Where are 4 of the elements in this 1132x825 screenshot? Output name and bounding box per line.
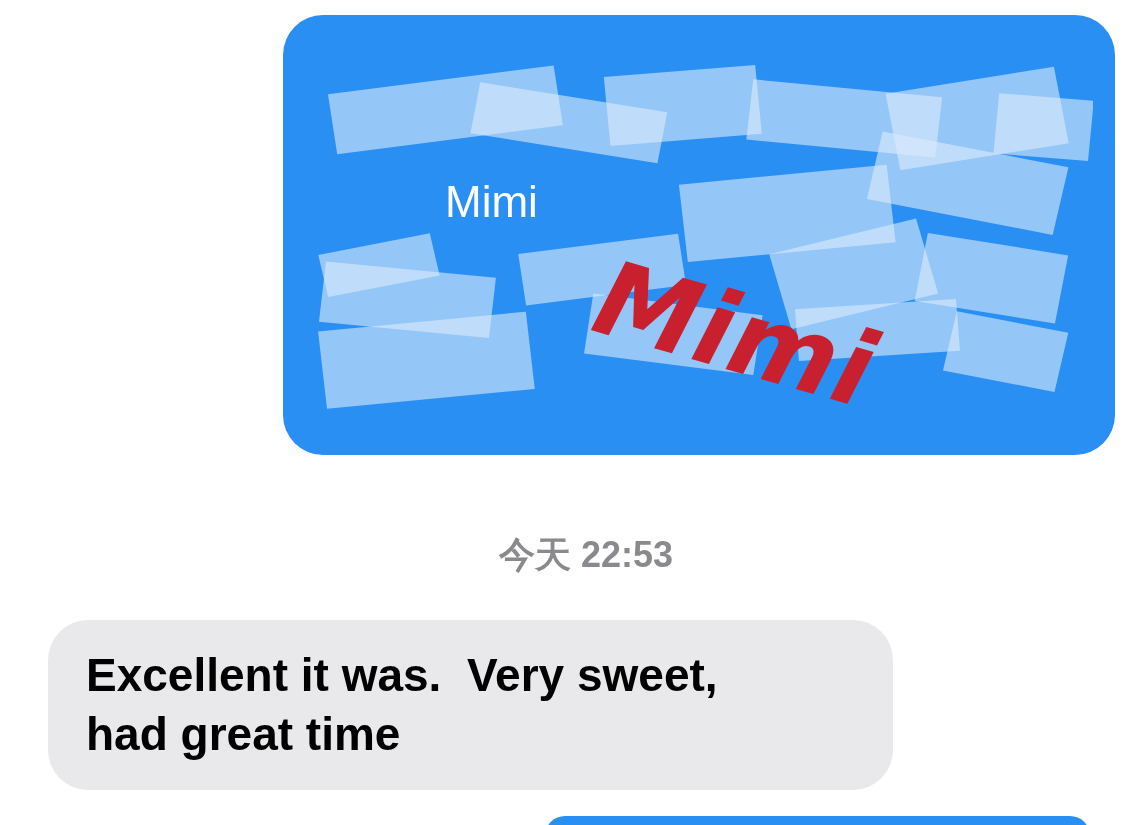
handwritten-annotation: Mimi [584,245,886,423]
timestamp: 今天 22:53 [498,533,674,577]
message-bubble: Excellent it was. Very sweet, had great time [48,620,893,790]
message-text: Mimi [445,177,538,226]
